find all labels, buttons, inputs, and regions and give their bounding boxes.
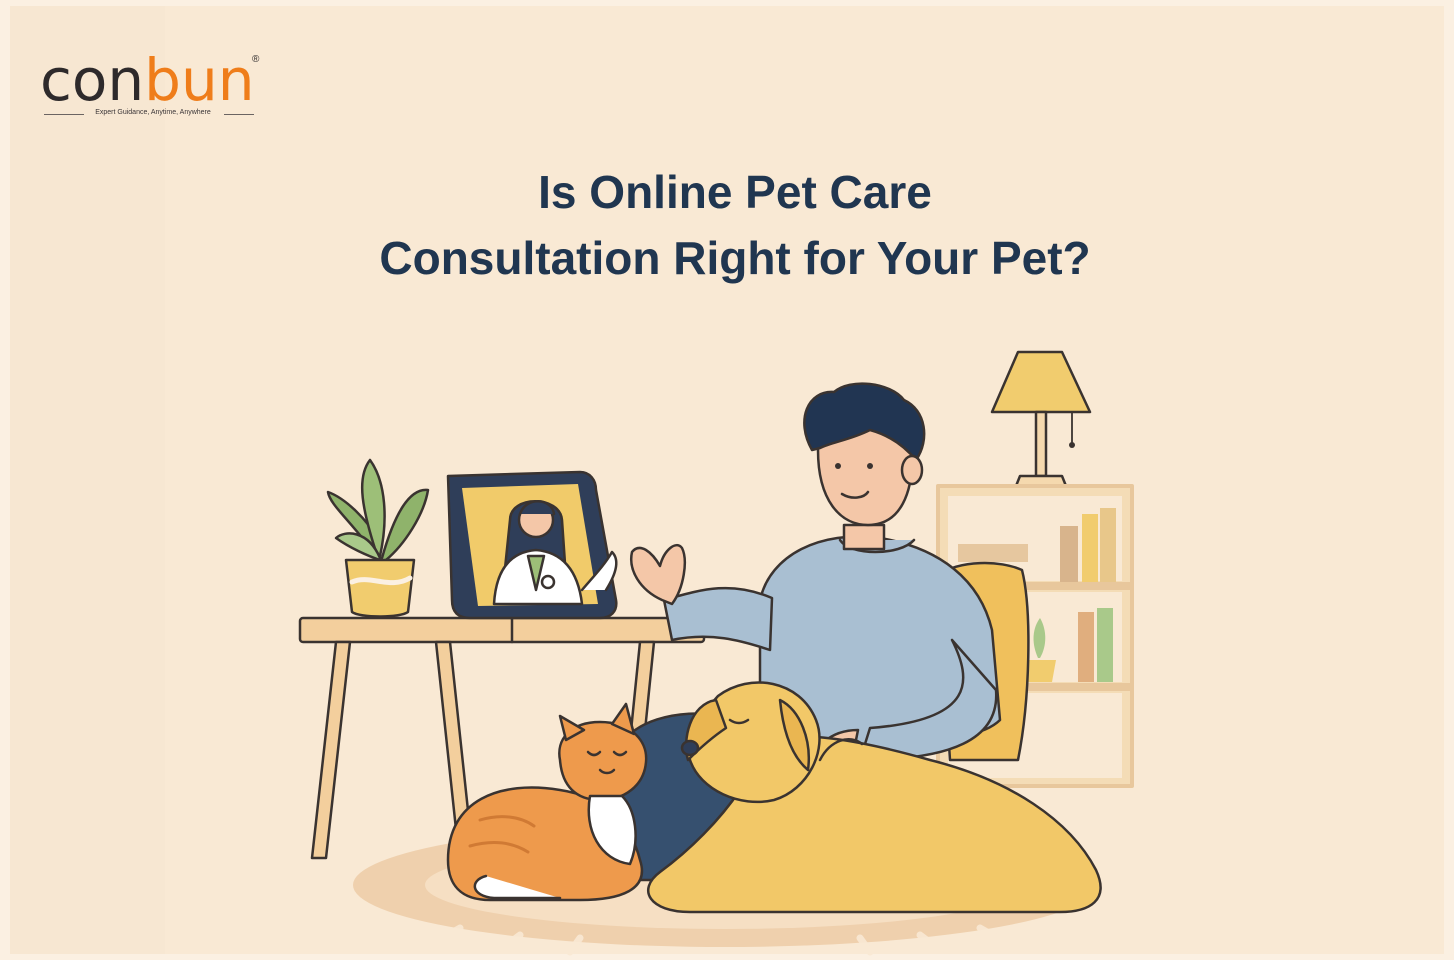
pet-consultation-illustration (298, 350, 1134, 956)
lamp (990, 350, 1092, 488)
cat (446, 702, 648, 902)
potted-plant (326, 458, 430, 618)
tablet-video-call (446, 470, 618, 620)
